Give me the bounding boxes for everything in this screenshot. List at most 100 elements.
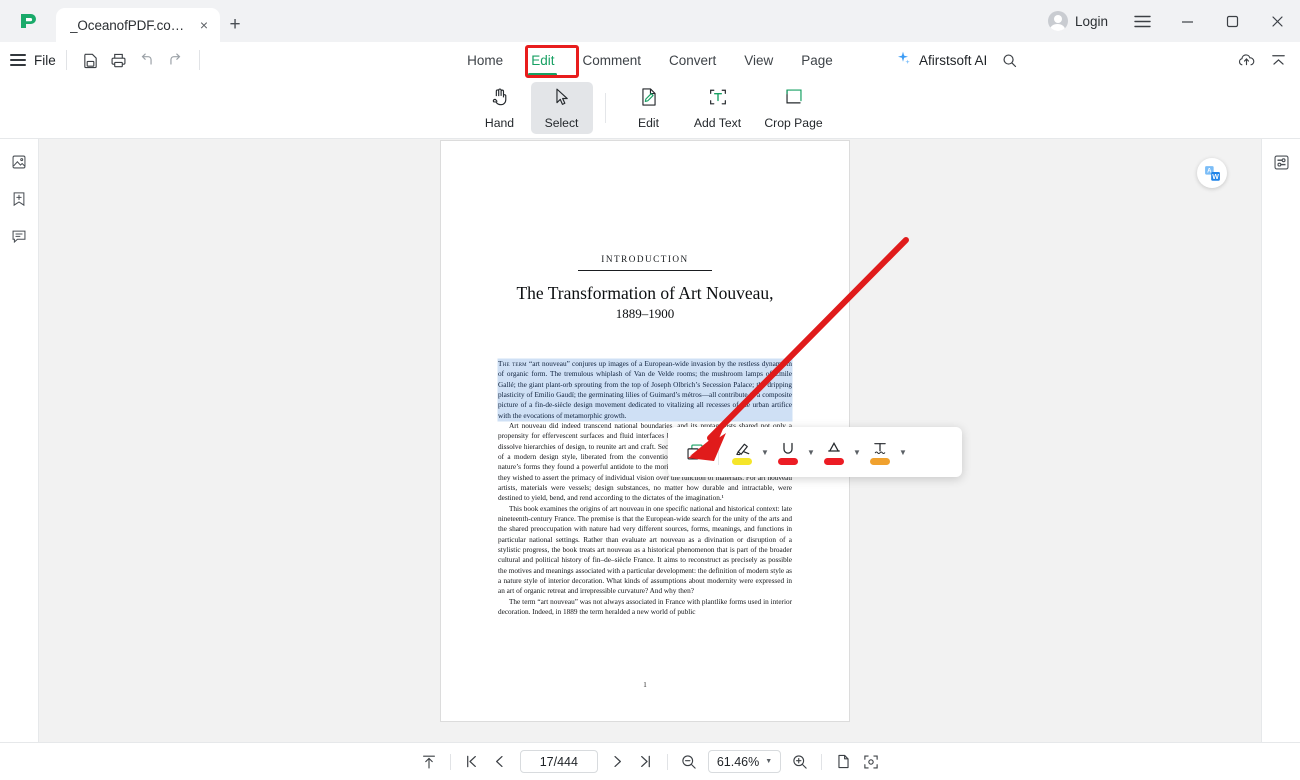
ai-sparkle-icon bbox=[895, 50, 911, 71]
text-selection-toolbar[interactable]: ▼ ▼ ▼ ▼ bbox=[668, 427, 962, 477]
ribbon-tabs: Home Edit Comment Convert View Page bbox=[0, 42, 1300, 78]
close-window-button[interactable] bbox=[1255, 0, 1300, 42]
search-icon[interactable] bbox=[995, 46, 1023, 74]
highlight-tool-button[interactable] bbox=[727, 436, 757, 468]
new-tab-button[interactable]: + bbox=[220, 8, 250, 42]
cloud-upload-icon[interactable] bbox=[1232, 46, 1260, 74]
menu-right-actions bbox=[1232, 42, 1292, 78]
doc-page-number: 1 bbox=[643, 681, 647, 689]
app-menu-icon[interactable] bbox=[1120, 0, 1165, 42]
squiggly-underline-tool[interactable]: ▼ bbox=[865, 436, 911, 468]
last-page-icon[interactable] bbox=[632, 748, 660, 776]
collapse-ribbon-icon[interactable] bbox=[1264, 46, 1292, 74]
edit-tool-label: Edit bbox=[637, 116, 659, 130]
zoom-out-icon[interactable] bbox=[675, 748, 703, 776]
comments-icon[interactable] bbox=[6, 223, 32, 249]
squiggly-underline-icon bbox=[868, 439, 892, 465]
doc-paragraph-selected[interactable]: The term “art nouveau” conjures up image… bbox=[498, 358, 792, 421]
afirstsoft-ai-label: Afirstsoft AI bbox=[919, 52, 988, 68]
copy-icon[interactable] bbox=[680, 436, 710, 468]
thumbnails-icon[interactable] bbox=[6, 149, 32, 175]
zoom-in-icon[interactable] bbox=[786, 748, 814, 776]
divider bbox=[666, 753, 668, 770]
doc-rule bbox=[578, 270, 712, 271]
hand-tool-label: Hand bbox=[484, 116, 515, 130]
svg-text:W: W bbox=[1212, 173, 1219, 180]
hand-tool-button[interactable]: Hand bbox=[469, 82, 531, 134]
first-page-icon[interactable] bbox=[458, 748, 486, 776]
window-controls: Login bbox=[1036, 0, 1300, 42]
crop-page-tool-button[interactable]: Crop Page bbox=[756, 82, 832, 134]
print-icon[interactable] bbox=[105, 46, 133, 74]
maximize-button[interactable] bbox=[1210, 0, 1255, 42]
add-text-tool-button[interactable]: Add Text bbox=[680, 82, 756, 134]
bookmark-add-icon[interactable] bbox=[6, 186, 32, 212]
divider bbox=[604, 93, 606, 123]
strikethrough-tool[interactable]: ▼ bbox=[819, 436, 865, 468]
single-page-view-icon[interactable] bbox=[829, 748, 857, 776]
squiggly-underline-tool-button[interactable] bbox=[865, 436, 895, 468]
login-button[interactable]: Login bbox=[1036, 0, 1120, 42]
doc-paragraph[interactable]: The term “art nouveau” was not always as… bbox=[498, 597, 792, 618]
edit-page-icon bbox=[638, 86, 660, 113]
document-tab-label: _OceanofPDF.com_Art_... bbox=[70, 17, 188, 33]
underline-icon bbox=[776, 439, 800, 465]
app-logo-icon bbox=[0, 0, 56, 42]
document-viewer[interactable]: INTRODUCTION The Transformation of Art N… bbox=[39, 139, 1261, 742]
previous-page-icon[interactable] bbox=[486, 748, 514, 776]
file-menu-button[interactable]: File bbox=[0, 53, 56, 68]
divider bbox=[198, 50, 200, 70]
close-tab-icon[interactable]: × bbox=[194, 15, 214, 35]
zoom-level-select[interactable]: 61.46% ▼ bbox=[707, 750, 782, 773]
avatar bbox=[1047, 11, 1068, 31]
minimize-button[interactable] bbox=[1165, 0, 1210, 42]
cursor-arrow-icon bbox=[551, 86, 573, 113]
divider bbox=[449, 753, 451, 770]
doc-paragraph-text: “art nouveau” conjures up images of a Eu… bbox=[498, 359, 792, 420]
menu-lines-icon bbox=[10, 54, 26, 66]
title-bar: _OceanofPDF.com_Art_... × + Login bbox=[0, 0, 1300, 42]
scroll-to-top-icon[interactable] bbox=[415, 748, 443, 776]
edit-tool-button[interactable]: Edit bbox=[618, 82, 680, 134]
pdf-editor-window: _OceanofPDF.com_Art_... × + Login bbox=[0, 0, 1300, 780]
hand-icon bbox=[489, 86, 511, 113]
menu-bar: File Home Edit Comment Convert View Page… bbox=[0, 42, 1300, 78]
next-page-icon[interactable] bbox=[604, 748, 632, 776]
undo-icon[interactable] bbox=[133, 46, 161, 74]
zoom-level-value: 61.46% bbox=[716, 754, 760, 769]
tab-view[interactable]: View bbox=[742, 50, 775, 71]
underline-tool-button[interactable] bbox=[773, 436, 803, 468]
underline-color-swatch bbox=[778, 458, 798, 465]
crop-page-tool-label: Crop Page bbox=[764, 116, 823, 130]
strikethrough-tool-button[interactable] bbox=[819, 436, 849, 468]
highlight-color-swatch bbox=[732, 458, 752, 465]
page-number-input[interactable]: 17/444 bbox=[519, 750, 598, 773]
strikethrough-dropdown-caret[interactable]: ▼ bbox=[849, 436, 865, 468]
chevron-down-icon[interactable]: ▼ bbox=[765, 758, 772, 765]
afirstsoft-ai-button[interactable]: Afirstsoft AI bbox=[895, 42, 1023, 78]
strikethrough-color-swatch bbox=[824, 458, 844, 465]
highlight-tool[interactable]: ▼ bbox=[727, 436, 773, 468]
tab-convert[interactable]: Convert bbox=[667, 50, 718, 71]
left-sidebar bbox=[0, 139, 39, 742]
login-label: Login bbox=[1074, 13, 1108, 29]
doc-body[interactable]: The term “art nouveau” conjures up image… bbox=[498, 358, 792, 618]
tab-comment[interactable]: Comment bbox=[580, 50, 643, 71]
translate-icon[interactable]: A W bbox=[1197, 158, 1227, 188]
underline-tool[interactable]: ▼ bbox=[773, 436, 819, 468]
highlight-dropdown-caret[interactable]: ▼ bbox=[757, 436, 773, 468]
select-tool-label: Select bbox=[544, 116, 579, 130]
underline-dropdown-caret[interactable]: ▼ bbox=[803, 436, 819, 468]
document-tab[interactable]: _OceanofPDF.com_Art_... × bbox=[56, 8, 220, 42]
doc-paragraph-lead: The term bbox=[498, 359, 527, 368]
doc-paragraph[interactable]: This book examines the origins of art no… bbox=[498, 504, 792, 597]
tab-page[interactable]: Page bbox=[799, 50, 835, 71]
tab-home[interactable]: Home bbox=[465, 50, 505, 71]
fit-page-icon[interactable] bbox=[857, 748, 885, 776]
redo-icon[interactable] bbox=[161, 46, 189, 74]
save-as-icon[interactable] bbox=[77, 46, 105, 74]
select-tool-button[interactable]: Select bbox=[530, 82, 593, 134]
properties-panel-icon[interactable] bbox=[1268, 149, 1294, 175]
tab-edit[interactable]: Edit bbox=[528, 50, 558, 76]
squiggly-dropdown-caret[interactable]: ▼ bbox=[895, 436, 911, 468]
